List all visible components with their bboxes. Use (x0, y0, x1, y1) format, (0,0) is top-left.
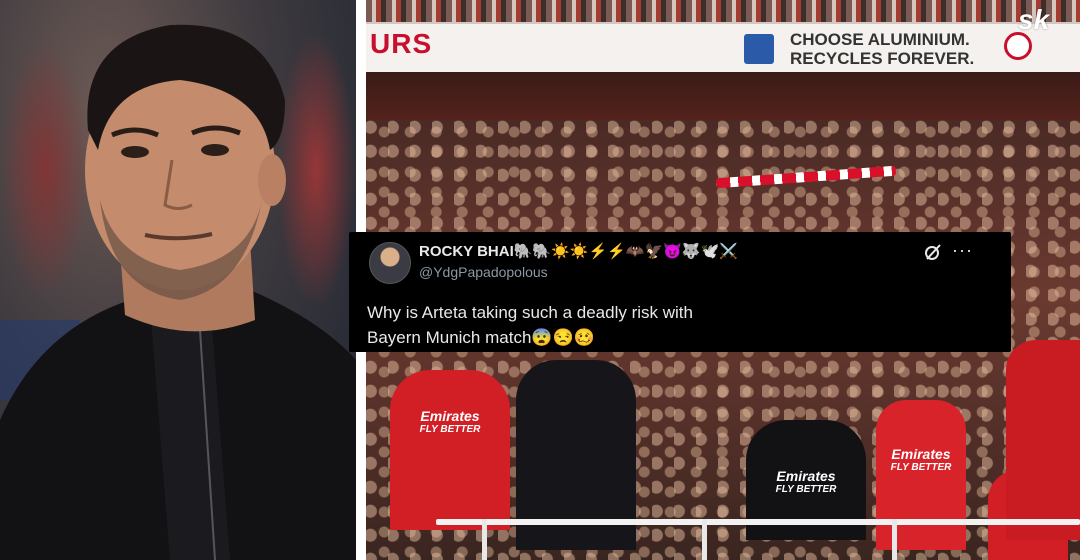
boy-red-kit-right (1006, 340, 1080, 540)
child-red-kit: Emirates FLY BETTER (876, 400, 966, 550)
railing-post (482, 519, 487, 560)
ad-slogan-line2: RECYCLES FOREVER. (790, 49, 975, 68)
tweet-body: Why is Arteta taking such a deadly risk … (367, 300, 967, 350)
ball-logo-icon (744, 34, 774, 64)
ad-slogan-line1: CHOOSE ALUMINIUM. (790, 30, 970, 49)
child-shirt-sponsor: Emirates FLY BETTER (760, 468, 852, 496)
man-portrait-icon (0, 24, 356, 560)
tweet-card[interactable]: ROCKY BHAI🐘🐘☀️☀️⚡⚡🦇🦅😈🐺🕊️⚔️ @YdgPapadopol… (349, 232, 1011, 352)
ad-board-slogan: CHOOSE ALUMINIUM. RECYCLES FOREVER. (790, 30, 974, 68)
sk-watermark-logo: sk (1018, 4, 1050, 35)
upper-tier-crowd (366, 0, 1080, 24)
advertising-board: URS CHOOSE ALUMINIUM. RECYCLES FOREVER. (366, 22, 1080, 74)
avatar-icon[interactable] (369, 242, 411, 284)
railing-post (892, 519, 897, 560)
tweet-display-name[interactable]: ROCKY BHAI🐘🐘☀️☀️⚡⚡🦇🦅😈🐺🕊️⚔️ (419, 242, 738, 260)
child-sponsor-line1: Emirates (776, 468, 836, 484)
fan-red-shirt: Emirates FLY BETTER (390, 370, 510, 530)
railing-post (702, 519, 707, 560)
tweet-text-line1: Why is Arteta taking such a deadly risk … (367, 303, 693, 322)
red-kit-sponsor-line2: FLY BETTER (890, 462, 952, 473)
shirt-sponsor-line2: FLY BETTER (419, 424, 481, 435)
ad-board-left-text: URS (370, 28, 433, 59)
red-kit-sponsor: Emirates FLY BETTER (880, 446, 962, 474)
tweet-text-line2: Bayern Munich match😨😒🥴 (367, 328, 595, 347)
child-sponsor-line2: FLY BETTER (775, 484, 837, 495)
more-icon[interactable]: ··· (952, 240, 973, 261)
shirt-sponsor-line1: Emirates (420, 408, 480, 424)
red-kit-sponsor-line1: Emirates (891, 446, 951, 462)
stand-railing (436, 519, 1080, 525)
shirt-sponsor: Emirates FLY BETTER (404, 408, 496, 436)
grok-icon[interactable] (923, 242, 943, 262)
tweet-handle[interactable]: @YdgPapadopolous (419, 264, 548, 280)
recycle-badge-icon (1004, 32, 1032, 60)
portrait-photo (0, 0, 356, 560)
